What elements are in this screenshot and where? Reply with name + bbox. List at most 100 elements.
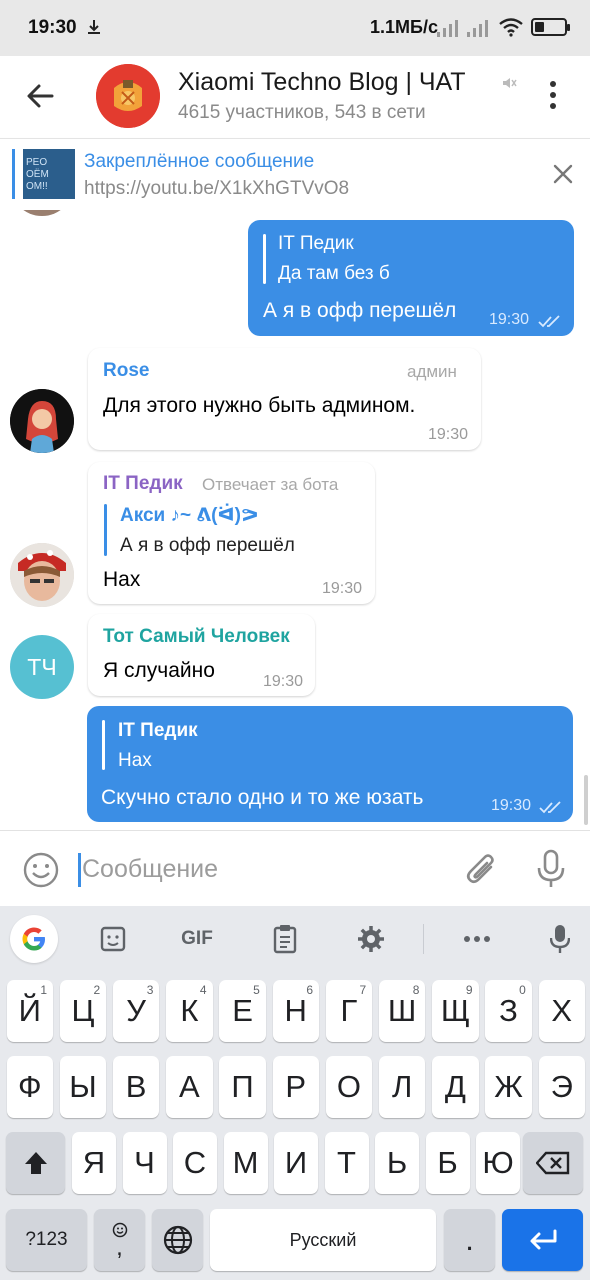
message-bubble[interactable]: IT Педик Отвечает за бота Акси ♪~ ᕕ(ᐛ)ᕗ … — [88, 462, 375, 604]
key-hint: 3 — [146, 983, 154, 997]
back-arrow-icon[interactable] — [22, 78, 58, 114]
key-Х[interactable]: Х — [538, 980, 585, 1042]
reply-text: А я в офф перешёл — [120, 535, 295, 556]
key-Щ[interactable]: Щ9 — [432, 980, 479, 1042]
key-В[interactable]: В — [112, 1056, 160, 1118]
chat-title[interactable]: Xiaomi Techno Blog | ЧАТ — [178, 68, 466, 97]
key-Ч[interactable]: Ч — [122, 1132, 167, 1194]
key-Ы[interactable]: Ы — [59, 1056, 107, 1118]
key-О[interactable]: О — [325, 1056, 373, 1118]
backspace-key[interactable] — [523, 1132, 583, 1194]
voice-input-icon[interactable] — [540, 918, 580, 960]
emoji-comma-key[interactable]: , — [94, 1209, 145, 1271]
key-label: И — [284, 1145, 308, 1180]
message-bubble[interactable]: Тот Самый Человек Я случайно 19:30 — [88, 614, 315, 696]
sender-name[interactable]: IT Педик — [103, 473, 183, 495]
language-key[interactable] — [152, 1209, 203, 1271]
key-hint: 4 — [199, 983, 207, 997]
pinned-bar — [12, 149, 15, 199]
key-hint: 7 — [359, 983, 367, 997]
scrollbar[interactable] — [584, 775, 588, 825]
key-З[interactable]: З0 — [485, 980, 532, 1042]
key-И[interactable]: И — [274, 1132, 318, 1194]
key-label: М — [232, 1145, 259, 1180]
message-text: А я в офф перешёл — [263, 299, 457, 322]
more-options-icon[interactable] — [540, 76, 566, 116]
key-Р[interactable]: Р — [272, 1056, 319, 1118]
key-Т[interactable]: Т — [324, 1132, 369, 1194]
key-Ь[interactable]: Ь — [375, 1132, 419, 1194]
key-Г[interactable]: Г7 — [325, 980, 373, 1042]
key-label: Щ — [440, 993, 470, 1028]
status-time: 19:30 — [28, 17, 77, 38]
message-list[interactable]: IT Педик Да там без б А я в офф перешёл … — [0, 210, 590, 830]
rose-avatar-icon — [10, 389, 74, 453]
key-Я[interactable]: Я — [72, 1132, 116, 1194]
shift-key[interactable] — [6, 1132, 65, 1194]
key-Э[interactable]: Э — [538, 1056, 585, 1118]
keyboard-toolbar: GIF — [0, 906, 590, 972]
attach-icon[interactable] — [464, 851, 500, 889]
avatar-tch[interactable]: ТЧ — [10, 635, 74, 699]
sender-name[interactable]: Rose — [103, 360, 149, 382]
microphone-icon[interactable] — [534, 849, 568, 889]
emoji-icon[interactable] — [22, 851, 60, 889]
key-С[interactable]: С — [173, 1132, 217, 1194]
key-Ш[interactable]: Ш8 — [378, 980, 426, 1042]
channel-logo-icon — [96, 64, 160, 128]
settings-gear-icon[interactable] — [350, 918, 392, 960]
enter-key[interactable] — [502, 1209, 583, 1271]
key-У[interactable]: У3 — [112, 980, 160, 1042]
pinned-thumb-text: РЕО ОЁМ ОМ!! — [26, 157, 49, 192]
key-Е[interactable]: Е5 — [219, 980, 266, 1042]
key-К[interactable]: К4 — [166, 980, 213, 1042]
admin-badge: админ — [407, 362, 457, 381]
close-icon[interactable] — [550, 161, 576, 187]
key-М[interactable]: М — [223, 1132, 268, 1194]
key-Л[interactable]: Л — [378, 1056, 426, 1118]
gif-button[interactable]: GIF — [174, 918, 220, 960]
key-label: Т — [337, 1145, 356, 1180]
sender-name[interactable]: Тот Самый Человек — [103, 626, 290, 648]
key-label: Й — [18, 993, 41, 1028]
toolbar-divider — [423, 924, 424, 954]
message-bubble[interactable]: IT Педик Нах Скучно стало одно и то же ю… — [87, 706, 573, 822]
keyboard: GIF ?123 , Русский . Й1Ц2У3К4Е5Н6Г7Ш8Щ9З… — [0, 906, 590, 1280]
key-П[interactable]: П — [219, 1056, 266, 1118]
person-avatar-icon — [10, 543, 74, 607]
space-key[interactable]: Русский — [210, 1209, 436, 1271]
message-input[interactable] — [82, 845, 442, 893]
key-label: Х — [551, 993, 573, 1028]
symbols-key[interactable]: ?123 — [6, 1209, 87, 1271]
message-bubble[interactable]: IT Педик Да там без б А я в офф перешёл … — [248, 220, 574, 336]
avatar-it-pedik[interactable] — [10, 543, 74, 607]
space-label: Русский — [289, 1229, 357, 1250]
key-Ю[interactable]: Ю — [476, 1132, 520, 1194]
key-Б[interactable]: Б — [425, 1132, 470, 1194]
google-icon[interactable] — [10, 915, 58, 963]
key-Н[interactable]: Н6 — [272, 980, 319, 1042]
period-key[interactable]: . — [444, 1209, 495, 1271]
key-Д[interactable]: Д — [432, 1056, 479, 1118]
avatar-rose[interactable] — [10, 389, 74, 453]
channel-avatar[interactable] — [96, 64, 160, 128]
key-Ц[interactable]: Ц2 — [59, 980, 107, 1042]
key-А[interactable]: А — [166, 1056, 213, 1118]
key-Ж[interactable]: Ж — [485, 1056, 532, 1118]
key-hint: 0 — [519, 983, 526, 997]
read-checks-icon — [538, 315, 560, 328]
pinned-link: https://youtu.be/X1kXhGTVvO8 — [84, 178, 350, 199]
key-Ф[interactable]: Ф — [6, 1056, 53, 1118]
sticker-icon[interactable] — [92, 918, 134, 960]
message-composer — [0, 830, 590, 906]
pinned-message[interactable]: РЕО ОЁМ ОМ!! Закреплённое сообщение http… — [0, 138, 590, 210]
key-hint: 9 — [465, 983, 473, 997]
text-caret — [78, 853, 81, 887]
reply-sender: IT Педик — [118, 720, 198, 741]
key-Й[interactable]: Й1 — [6, 980, 53, 1042]
message-bubble[interactable]: Rose админ Для этого нужно быть админом.… — [88, 348, 481, 450]
reply-sender[interactable]: Акси ♪~ ᕕ(ᐛ)ᕗ — [120, 504, 259, 527]
more-icon[interactable] — [456, 918, 498, 960]
key-label: П — [231, 1069, 254, 1104]
clipboard-icon[interactable] — [264, 918, 306, 960]
